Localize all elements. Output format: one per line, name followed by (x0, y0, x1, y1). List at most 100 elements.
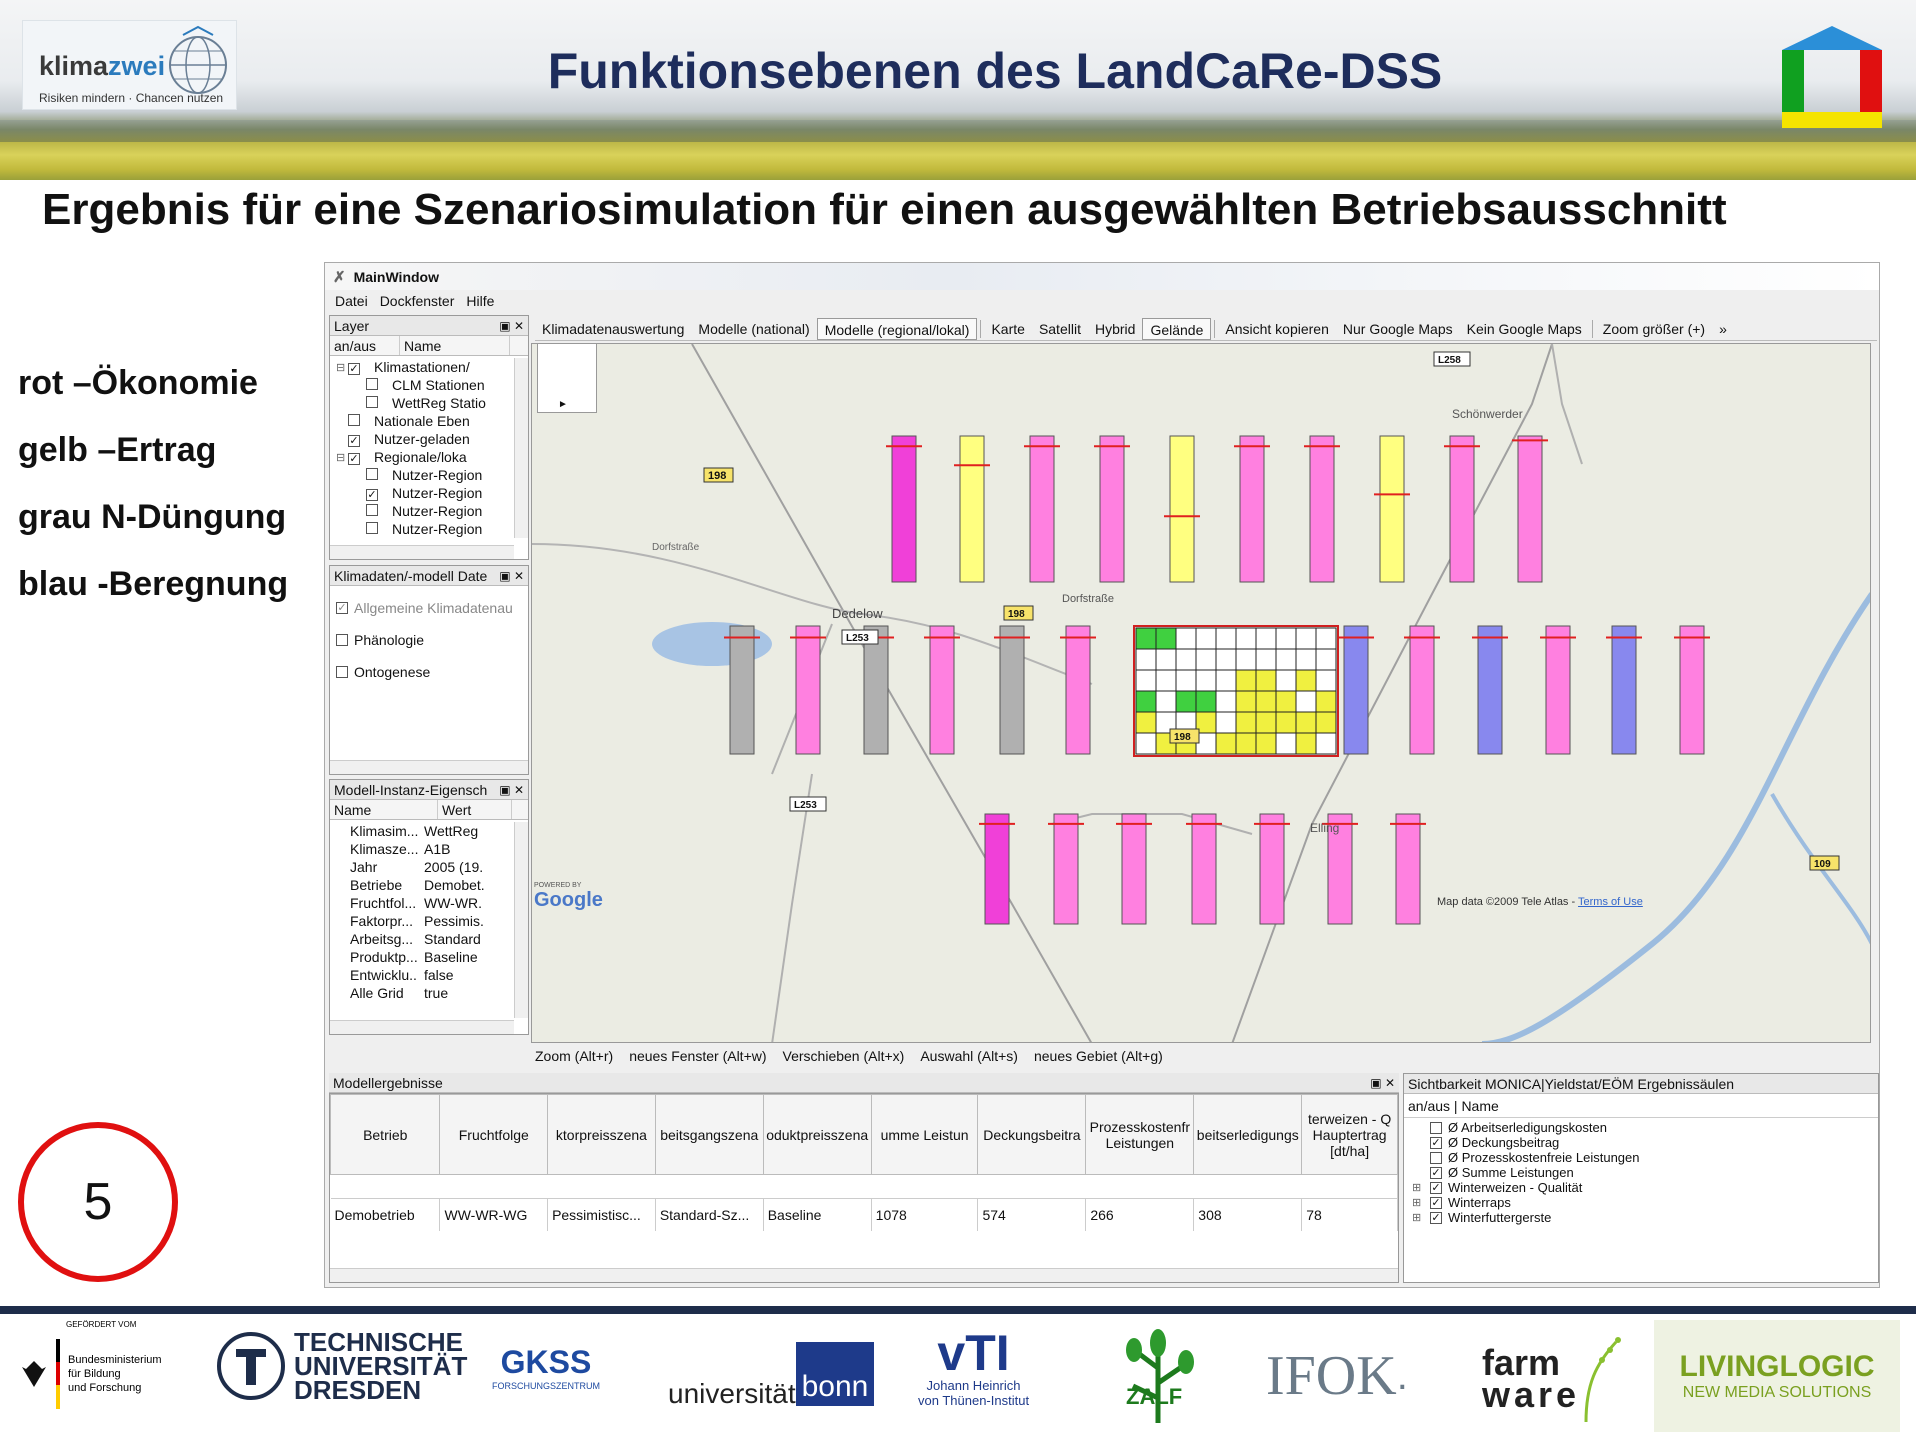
select-tool-button[interactable]: Auswahl (Alt+s) (920, 1048, 1018, 1064)
horizontal-scrollbar[interactable] (330, 760, 528, 774)
visibility-checkbox[interactable]: ✓ (1430, 1196, 1442, 1209)
property-row[interactable]: Arbeitsg... Standard (330, 931, 528, 949)
tab-modelle-national[interactable]: Modelle (national) (691, 318, 816, 340)
col-wert[interactable]: Wert (438, 800, 512, 819)
layer-checkbox[interactable]: ✓ (348, 363, 360, 375)
panel-float-close-icon[interactable]: ▣ ✕ (499, 783, 528, 797)
visibility-item[interactable]: ⊞ ✓ Winterfuttergerste (1404, 1210, 1878, 1225)
visibility-checkbox[interactable] (1430, 1121, 1442, 1134)
property-row[interactable]: Klimasze... A1B (330, 841, 528, 859)
tree-expander-icon[interactable]: ⊞ (1412, 1181, 1428, 1194)
layer-row[interactable]: ✓ Nutzer-Region (330, 484, 528, 502)
layer-checkbox[interactable] (366, 522, 378, 534)
menu-datei[interactable]: Datei (335, 293, 368, 309)
layer-checkbox[interactable] (366, 504, 378, 516)
panel-float-close-icon[interactable]: ▣ ✕ (1370, 1076, 1399, 1090)
panel-float-close-icon[interactable]: ▣ ✕ (499, 569, 528, 583)
menu-hilfe[interactable]: Hilfe (466, 293, 494, 309)
tree-expander-icon[interactable]: ⊞ (1412, 1211, 1428, 1224)
layer-checkbox[interactable] (366, 396, 378, 408)
tree-expander-icon[interactable]: ⊟ (336, 361, 346, 374)
layer-row[interactable]: Nutzer-Region (330, 466, 528, 484)
property-row[interactable]: Jahr 2005 (19. (330, 859, 528, 877)
layer-row[interactable]: Nationale Eben (330, 412, 528, 430)
klimadaten-option[interactable]: Ontogenese (330, 656, 528, 688)
property-row[interactable]: Klimasim... WettReg (330, 823, 528, 841)
col-name[interactable]: Name (330, 800, 438, 819)
layer-checkbox[interactable]: ✓ (348, 453, 360, 465)
tab-klimadatenauswertung[interactable]: Klimadatenauswertung (535, 318, 691, 340)
tree-expander-icon[interactable]: ⊟ (336, 451, 346, 464)
panel-float-close-icon[interactable]: ▣ ✕ (499, 319, 528, 333)
toolbar-overflow-button[interactable]: » (1712, 318, 1734, 340)
visibility-checkbox[interactable]: ✓ (1430, 1166, 1442, 1179)
results-column-header[interactable]: Prozesskostenfr Leistungen (1085, 1094, 1195, 1175)
visibility-checkbox[interactable]: ✓ (1430, 1136, 1442, 1149)
results-column-header[interactable]: ktorpreisszena (547, 1094, 656, 1175)
gelaende-button[interactable]: Gelände (1142, 317, 1212, 340)
col-name[interactable]: Name (400, 336, 510, 355)
nur-google-maps-button[interactable]: Nur Google Maps (1336, 318, 1460, 340)
layer-row[interactable]: WettReg Statio (330, 394, 528, 412)
visibility-checkbox[interactable] (1430, 1151, 1442, 1164)
property-row[interactable]: Produktp... Baseline (330, 949, 528, 967)
satellit-button[interactable]: Satellit (1032, 318, 1088, 340)
layer-row[interactable]: ✓ Nutzer-geladen (330, 430, 528, 448)
terms-of-use-link[interactable]: Terms of Use (1578, 896, 1643, 908)
results-column-header[interactable]: oduktpreisszena (762, 1094, 872, 1175)
results-column-header[interactable]: beitsgangszena (654, 1094, 764, 1175)
horizontal-scrollbar[interactable] (330, 1268, 1398, 1282)
layer-checkbox[interactable]: ✓ (366, 489, 378, 501)
results-column-header[interactable]: beitserledigungs (1193, 1094, 1303, 1175)
klimadaten-checkbox[interactable]: ✓ (336, 602, 348, 614)
visibility-checkbox[interactable]: ✓ (1430, 1181, 1442, 1194)
layer-checkbox[interactable]: ✓ (348, 435, 360, 447)
layer-checkbox[interactable] (366, 468, 378, 480)
table-row[interactable]: Demobetrieb WW-WR-WG Pessimistisc... Standa… (330, 1198, 1398, 1231)
visibility-item[interactable]: ✓ Ø Summe Leistungen (1404, 1165, 1878, 1180)
tab-modelle-regional[interactable]: Modelle (regional/lokal) (816, 317, 978, 340)
map-view[interactable]: Schönwerder Dedelow Dorfstraße Dorfstraße El… (531, 343, 1871, 1043)
layer-row[interactable]: Nutzer-Region (330, 520, 528, 538)
layer-row[interactable]: Nutzer-Region (330, 502, 528, 520)
zoom-tool-button[interactable]: Zoom (Alt+r) (535, 1048, 613, 1064)
zoom-in-button[interactable]: Zoom größer (+) (1596, 318, 1712, 340)
kein-google-maps-button[interactable]: Kein Google Maps (1460, 318, 1589, 340)
klimadaten-option[interactable]: ✓ Allgemeine Klimadatenau (330, 592, 528, 624)
results-column-header[interactable]: Fruchtfolge (439, 1094, 549, 1175)
visibility-item[interactable]: ⊞ ✓ Winterweizen - Qualität (1404, 1180, 1878, 1195)
tree-expander-icon[interactable]: ⊞ (1412, 1196, 1428, 1209)
map-canvas[interactable]: Schönwerder Dedelow Dorfstraße Dorfstraße El… (532, 344, 1871, 1043)
layer-checkbox[interactable] (366, 378, 378, 390)
scroll-right-icon[interactable]: ► (558, 399, 568, 410)
pan-tool-button[interactable]: Verschieben (Alt+x) (783, 1048, 905, 1064)
klimadaten-checkbox[interactable] (336, 666, 348, 678)
klimadaten-checkbox[interactable] (336, 634, 348, 646)
visibility-item[interactable]: Ø Prozesskostenfreie Leistungen (1404, 1150, 1878, 1165)
property-row[interactable]: Entwicklu... false (330, 967, 528, 985)
results-column-header[interactable]: Betrieb (330, 1094, 441, 1175)
property-row[interactable]: Betriebe Demobet. (330, 877, 528, 895)
ansicht-kopieren-button[interactable]: Ansicht kopieren (1218, 318, 1336, 340)
col-an-aus[interactable]: an/aus (330, 336, 400, 355)
property-row[interactable]: Fruchtfol... WW-WR. (330, 895, 528, 913)
horizontal-scrollbar[interactable] (330, 1020, 514, 1034)
layer-row[interactable]: ⊟ ✓ Regionale/loka (330, 448, 528, 466)
karte-button[interactable]: Karte (984, 318, 1031, 340)
map-overview-inset[interactable]: ► (537, 343, 597, 413)
results-column-header[interactable]: terweizen - Q Hauptertrag [dt/ha] (1301, 1094, 1398, 1175)
layer-row[interactable]: ⊟ ✓ Klimastationen/ (330, 358, 528, 376)
visibility-item[interactable]: ⊞ ✓ Winterraps (1404, 1195, 1878, 1210)
layer-checkbox[interactable] (348, 414, 360, 426)
hybrid-button[interactable]: Hybrid (1088, 318, 1142, 340)
property-row[interactable]: Alle Grid true (330, 985, 528, 1003)
results-column-header[interactable]: Deckungsbeitra (977, 1094, 1087, 1175)
menu-dockfenster[interactable]: Dockfenster (380, 293, 455, 309)
vertical-scrollbar[interactable] (514, 358, 528, 538)
vertical-scrollbar[interactable] (514, 822, 528, 1018)
layer-row[interactable]: CLM Stationen (330, 376, 528, 394)
visibility-item[interactable]: Ø Arbeitserledigungskosten (1404, 1120, 1878, 1135)
horizontal-scrollbar[interactable] (330, 545, 514, 559)
visibility-item[interactable]: ✓ Ø Deckungsbeitrag (1404, 1135, 1878, 1150)
visibility-checkbox[interactable]: ✓ (1430, 1211, 1442, 1224)
